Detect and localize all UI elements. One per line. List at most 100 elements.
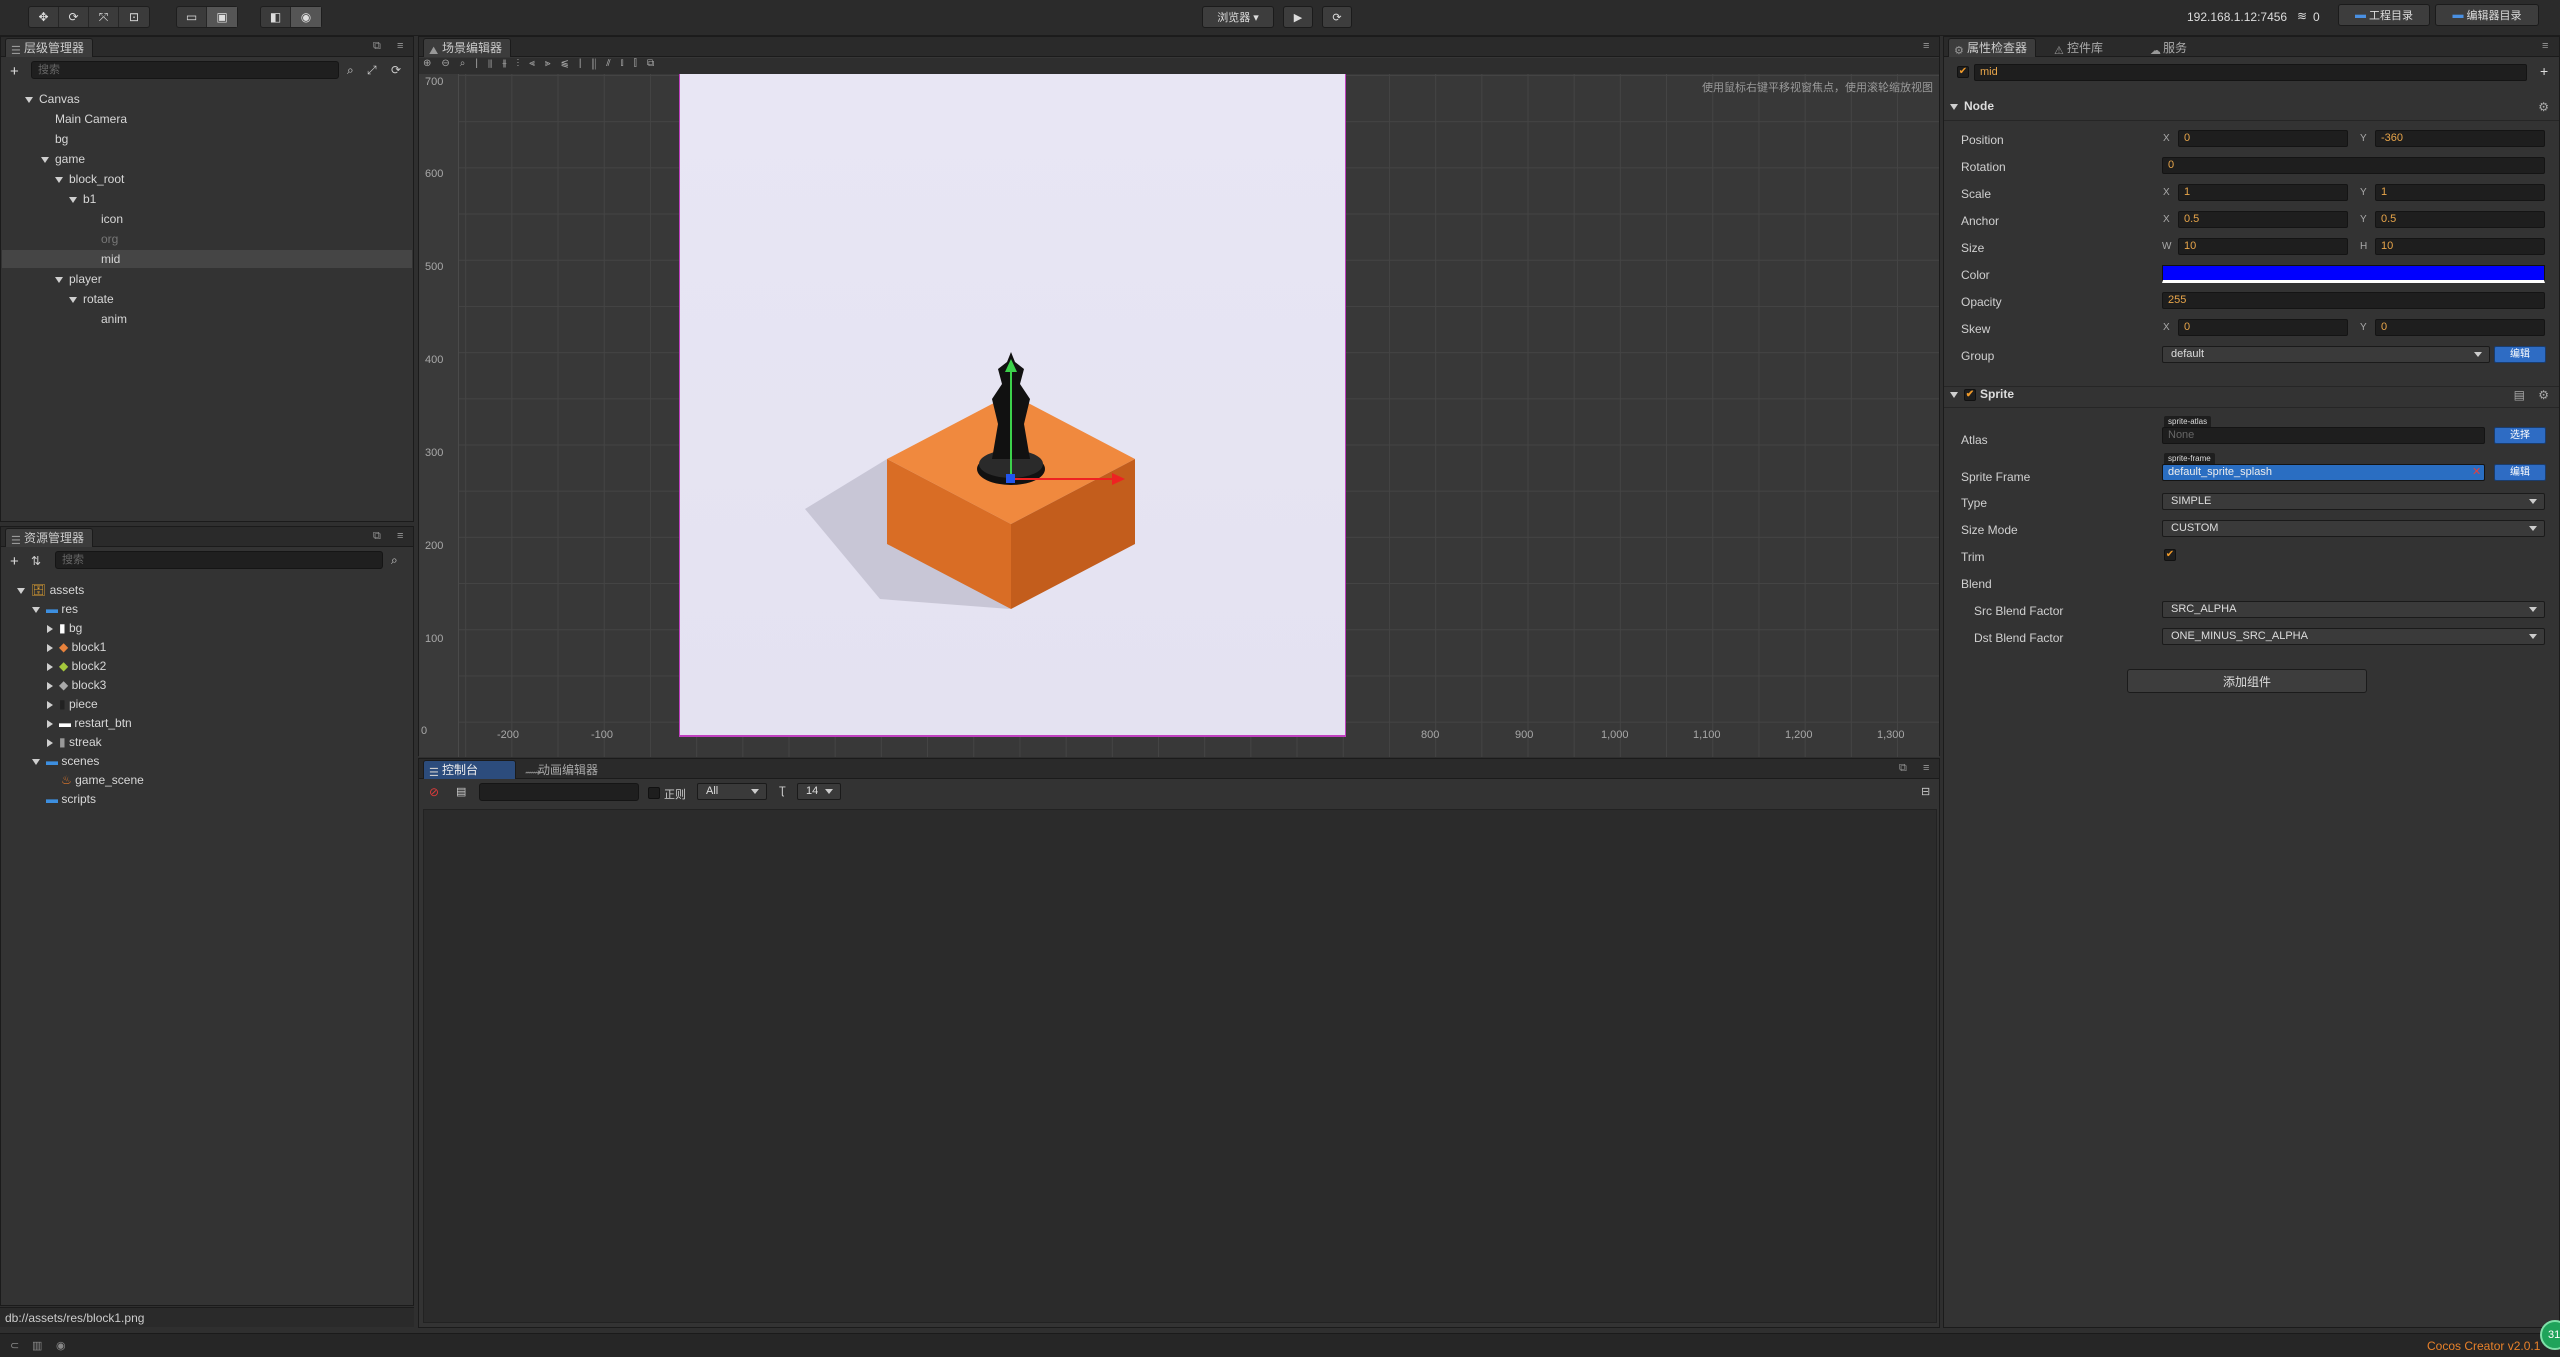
popout-icon[interactable]: ⧉ xyxy=(1899,762,1907,775)
tab-widgets[interactable]: ⚠ 控件库 xyxy=(2048,38,2112,57)
scale-y-input[interactable]: 1 xyxy=(2375,184,2545,201)
group-edit-button[interactable]: 编辑 xyxy=(2494,346,2546,363)
sprite-frame-field[interactable]: default_sprite_splash xyxy=(2162,464,2485,481)
tree-node-canvas[interactable]: Canvas xyxy=(25,90,80,108)
tree-node-main-camera[interactable]: Main Camera xyxy=(55,110,127,128)
color-swatch[interactable] xyxy=(2162,265,2545,283)
node-section-header[interactable]: Node ⚙ xyxy=(1944,99,2559,121)
asset-block1[interactable]: ◆ block1 xyxy=(47,638,106,656)
trim-checkbox[interactable]: ✔ xyxy=(2164,549,2176,561)
tree-node-b1[interactable]: b1 xyxy=(69,190,96,208)
asset-streak[interactable]: ▮ streak xyxy=(47,733,102,751)
tab-hierarchy[interactable]: ☰ 层级管理器 xyxy=(5,38,94,57)
add-icon[interactable]: + xyxy=(2540,63,2548,79)
asset-folder-assets[interactable]: 🗄 assets xyxy=(17,581,84,599)
asset-block3[interactable]: ◆ block3 xyxy=(47,676,106,694)
eye-icon[interactable]: ◉ xyxy=(56,1339,66,1352)
tree-node-rotate[interactable]: rotate xyxy=(69,290,114,308)
sprite-frame-edit-button[interactable]: 编辑 xyxy=(2494,464,2546,481)
tree-node-icon[interactable]: icon xyxy=(101,210,123,228)
asset-piece[interactable]: ▮ piece xyxy=(47,695,98,713)
tree-node-block-root[interactable]: block_root xyxy=(55,170,124,188)
menu-icon[interactable]: ≡ xyxy=(397,40,403,52)
gear-icon[interactable]: ⚙ xyxy=(2538,100,2549,114)
opacity-input[interactable]: 255 xyxy=(2162,292,2545,309)
clear-icon[interactable]: ✕ xyxy=(2472,465,2481,478)
log-level-select[interactable]: All xyxy=(697,783,767,800)
anchor-y-input[interactable]: 0.5 xyxy=(2375,211,2545,228)
sort-icon[interactable]: ⇅ xyxy=(31,554,41,568)
assets-search-input[interactable]: 搜索 xyxy=(55,551,383,569)
popout-icon[interactable]: ⧉ xyxy=(373,40,381,53)
book-icon[interactable]: ▤ xyxy=(2514,388,2525,402)
scale-tool-icon[interactable]: ⤧ xyxy=(89,7,119,27)
2d-view-icon[interactable]: ◧ xyxy=(261,7,291,27)
preview-platform-select[interactable]: 浏览器 ▾ xyxy=(1202,6,1274,28)
move-tool-icon[interactable]: ✥ xyxy=(29,7,59,27)
log-icon[interactable]: ⊂ xyxy=(10,1339,19,1352)
open-log-icon[interactable]: ▤ xyxy=(456,785,466,798)
menu-icon[interactable]: ≡ xyxy=(1923,762,1929,774)
src-blend-select[interactable]: SRC_ALPHA xyxy=(2162,601,2545,618)
pivot-center-icon[interactable]: ▣ xyxy=(207,7,237,27)
regex-checkbox[interactable] xyxy=(648,787,660,799)
tree-node-player[interactable]: player xyxy=(55,270,102,288)
design-canvas[interactable] xyxy=(679,74,1346,737)
tab-animation[interactable]: ⟿ 动画编辑器 xyxy=(519,760,607,779)
pivot-local-icon[interactable]: ▭ xyxy=(177,7,207,27)
hierarchy-search-input[interactable]: 搜索 xyxy=(31,61,339,79)
anchor-x-input[interactable]: 0.5 xyxy=(2178,211,2348,228)
rect-tool-icon[interactable]: ⊡ xyxy=(119,7,149,27)
font-size-select[interactable]: 14 xyxy=(797,783,841,800)
rotate-tool-icon[interactable]: ⟳ xyxy=(59,7,89,27)
position-y-input[interactable]: -360 xyxy=(2375,130,2545,147)
atlas-field[interactable]: None xyxy=(2162,427,2485,444)
scene-viewport[interactable]: 700 600 500 400 300 200 100 0 -200 -100 … xyxy=(419,74,1939,757)
tree-node-org[interactable]: org xyxy=(101,230,118,248)
type-select[interactable]: SIMPLE xyxy=(2162,493,2545,510)
tab-console[interactable]: ☰ 控制台 xyxy=(423,760,516,779)
position-x-input[interactable]: 0 xyxy=(2178,130,2348,147)
play-button[interactable]: ▶ xyxy=(1283,6,1313,28)
skew-y-input[interactable]: 0 xyxy=(2375,319,2545,336)
asset-folder-res[interactable]: ▬ res xyxy=(32,600,78,618)
expand-icon[interactable]: ⤢ xyxy=(367,63,377,78)
gear-icon[interactable]: ⚙ xyxy=(2538,388,2549,402)
menu-icon[interactable]: ≡ xyxy=(2542,40,2548,52)
collapse-icon[interactable]: ⊟ xyxy=(1921,785,1930,798)
dst-blend-select[interactable]: ONE_MINUS_SRC_ALPHA xyxy=(2162,628,2545,645)
sprite-enabled-checkbox[interactable]: ✔ xyxy=(1964,388,1976,401)
scene-align-toolbar[interactable]: ⊕⊖⌕|⫴⫵⫶⫷⫸⫹|⫼⫽⫾⫿⧉ xyxy=(419,58,1939,74)
console-log-area[interactable] xyxy=(423,809,1937,1323)
rotation-input[interactable]: 0 xyxy=(2162,157,2545,174)
asset-folder-scenes[interactable]: ▬ scenes xyxy=(32,752,99,770)
project-folder-button[interactable]: ▬ 工程目录 xyxy=(2338,4,2430,26)
refresh-button[interactable]: ⟳ xyxy=(1322,6,1352,28)
asset-folder-scripts[interactable]: ▬ scripts xyxy=(46,790,96,808)
size-h-input[interactable]: 10 xyxy=(2375,238,2545,255)
trash-icon[interactable]: ▥ xyxy=(32,1339,42,1352)
tab-services[interactable]: ☁ 服务 xyxy=(2144,38,2196,57)
clear-console-icon[interactable]: ⊘ xyxy=(429,785,439,799)
tree-node-anim[interactable]: anim xyxy=(101,310,127,328)
refresh-icon[interactable]: ⟳ xyxy=(391,63,401,77)
notification-badge[interactable]: 31 xyxy=(2540,1320,2560,1350)
editor-folder-button[interactable]: ▬ 编辑器目录 xyxy=(2435,4,2539,26)
3d-view-icon[interactable]: ◉ xyxy=(291,7,321,27)
scale-x-input[interactable]: 1 xyxy=(2178,184,2348,201)
tree-node-bg[interactable]: bg xyxy=(55,130,68,148)
asset-game-scene[interactable]: ♨ game_scene xyxy=(61,771,144,789)
tree-node-game[interactable]: game xyxy=(41,150,85,168)
node-name-input[interactable]: mid xyxy=(1974,64,2527,81)
search-icon[interactable]: ⌕ xyxy=(391,553,398,568)
node-active-checkbox[interactable]: ✔ xyxy=(1957,66,1969,78)
tab-assets[interactable]: ☰ 资源管理器 xyxy=(5,528,94,547)
add-node-icon[interactable]: + xyxy=(10,63,19,80)
add-asset-icon[interactable]: + xyxy=(10,553,19,570)
group-select[interactable]: default xyxy=(2162,346,2490,363)
skew-x-input[interactable]: 0 xyxy=(2178,319,2348,336)
asset-restart-btn[interactable]: ▬ restart_btn xyxy=(47,714,132,732)
sprite-section-header[interactable]: ✔ Sprite ▤ ⚙ xyxy=(1944,386,2559,408)
asset-bg[interactable]: ▮ bg xyxy=(47,619,82,637)
menu-icon[interactable]: ≡ xyxy=(1923,40,1929,52)
